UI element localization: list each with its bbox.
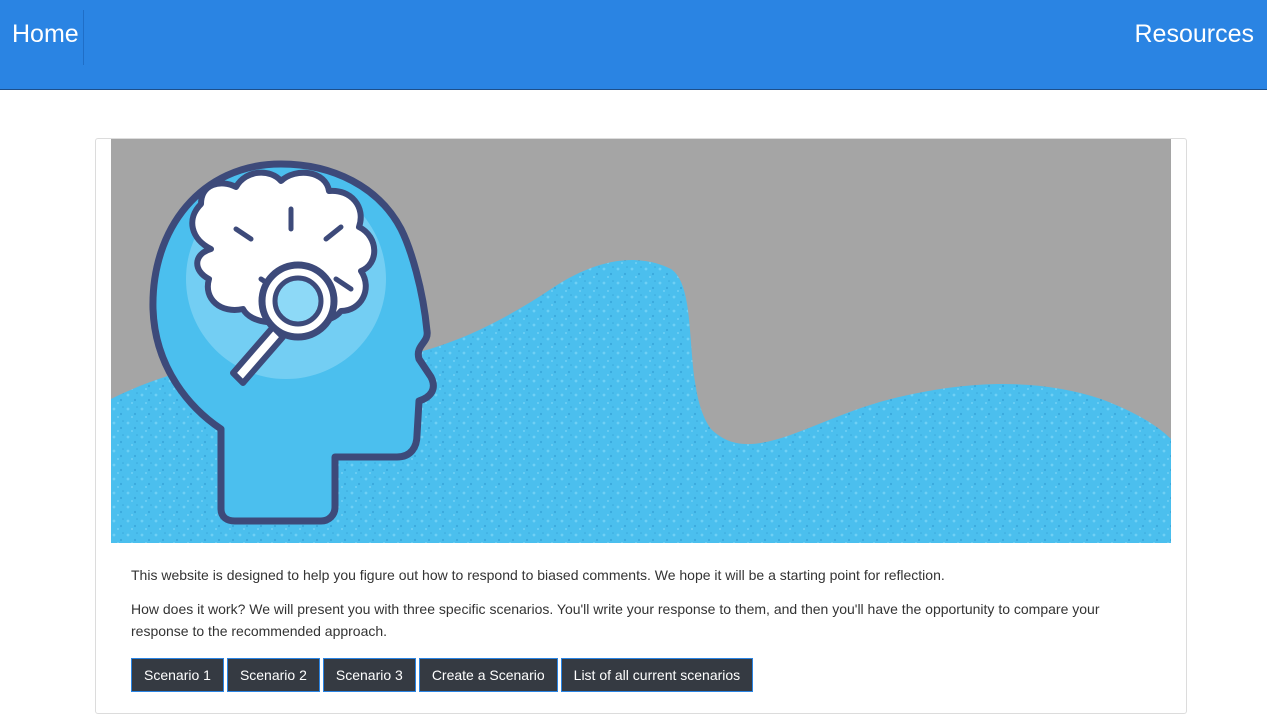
- hero-image: [111, 139, 1171, 543]
- intro-text: This website is designed to help you fig…: [131, 564, 1131, 654]
- scenario-button-row: Scenario 1 Scenario 2 Scenario 3 Create …: [131, 658, 754, 692]
- hero-illustration: [111, 139, 1171, 543]
- main-card: This website is designed to help you fig…: [95, 138, 1187, 714]
- create-scenario-button[interactable]: Create a Scenario: [418, 658, 558, 692]
- list-scenarios-button[interactable]: List of all current scenarios: [560, 658, 754, 692]
- intro-paragraph-2: How does it work? We will present you wi…: [131, 601, 1100, 639]
- nav-resources-link[interactable]: Resources: [1135, 10, 1255, 58]
- nav-home-link[interactable]: Home: [0, 10, 84, 65]
- top-navbar: Home Resources: [0, 0, 1267, 90]
- scenario-1-button[interactable]: Scenario 1: [131, 658, 224, 692]
- scenario-2-button[interactable]: Scenario 2: [226, 658, 320, 692]
- scenario-3-button[interactable]: Scenario 3: [322, 658, 416, 692]
- intro-paragraph-1: This website is designed to help you fig…: [131, 567, 945, 583]
